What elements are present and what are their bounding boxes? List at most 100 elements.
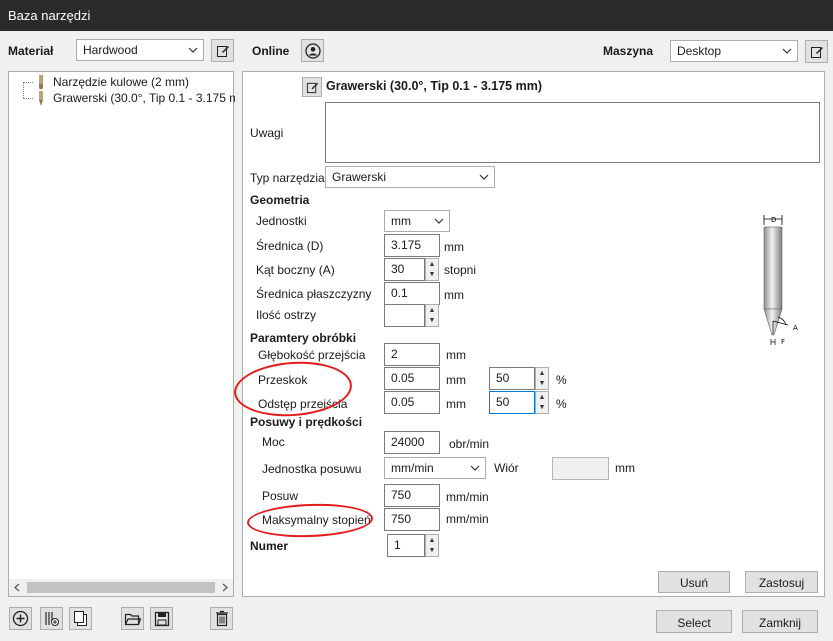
diagram-a-label: A	[793, 324, 798, 332]
feed-input[interactable]: 750	[384, 484, 440, 507]
scroll-left-icon[interactable]	[13, 583, 21, 592]
material-value: Hardwood	[83, 43, 138, 57]
flutes-spinner[interactable]: ▲ ▼	[425, 304, 439, 327]
stepdown-percent-input[interactable]: 50	[489, 367, 535, 390]
chevron-down-icon	[470, 465, 480, 471]
open-button[interactable]	[121, 607, 144, 630]
tree-connector	[23, 82, 24, 98]
tree-item-engraving-tool[interactable]: Grawerski (30.0°, Tip 0.1 - 3.175 mm	[53, 91, 235, 105]
units-label: Jednostki	[256, 214, 307, 228]
stepdown-unit: mm	[446, 373, 466, 387]
tool-type-value: Grawerski	[332, 170, 387, 184]
chip-unit: mm	[615, 461, 635, 475]
edit-material-button[interactable]	[211, 39, 234, 62]
spin-up-icon[interactable]: ▲	[536, 368, 548, 378]
edit-tool-name-button[interactable]	[302, 77, 322, 97]
scroll-right-icon[interactable]	[221, 583, 229, 592]
machine-select[interactable]: Desktop	[670, 40, 798, 62]
tool-type-select[interactable]: Grawerski	[325, 166, 495, 188]
material-label: Materiał	[8, 44, 54, 58]
chevron-down-icon	[434, 218, 444, 224]
power-label: Moc	[262, 435, 285, 449]
window-title: Baza narzędzi	[8, 8, 91, 23]
spin-up-icon[interactable]: ▲	[536, 392, 548, 402]
ball-tool-icon	[39, 75, 43, 90]
edit-icon	[306, 82, 318, 93]
edit-machine-button[interactable]	[805, 40, 828, 63]
chip-input[interactable]	[552, 457, 609, 480]
copy-tool-button[interactable]	[69, 607, 92, 630]
spin-up-icon[interactable]: ▲	[426, 305, 438, 315]
apply-button[interactable]: Zastosuj	[745, 571, 818, 593]
stepdown-percent-unit: %	[556, 373, 567, 387]
online-label: Online	[252, 44, 290, 58]
spin-down-icon[interactable]: ▼	[536, 402, 548, 412]
diameter-input[interactable]: 3.175	[384, 234, 440, 257]
online-account-button[interactable]	[301, 39, 324, 62]
feed-unit: mm/min	[446, 490, 489, 504]
max-plunge-input[interactable]: 750	[384, 508, 440, 531]
flutes-input[interactable]	[384, 304, 425, 327]
tree-horizontal-scrollbar[interactable]	[9, 579, 233, 596]
units-select[interactable]: mm	[384, 210, 450, 232]
spin-down-icon[interactable]: ▼	[536, 378, 548, 388]
side-angle-label: Kąt boczny (A)	[256, 263, 335, 277]
save-icon	[154, 611, 169, 626]
tool-title: Grawerski (30.0°, Tip 0.1 - 3.175 mm)	[326, 79, 542, 93]
spin-down-icon[interactable]: ▼	[426, 545, 438, 555]
number-spinner[interactable]: ▲ ▼	[425, 534, 439, 557]
chevron-down-icon	[188, 47, 198, 53]
add-tool-button[interactable]	[9, 607, 32, 630]
stepover-percent-unit: %	[556, 397, 567, 411]
material-select[interactable]: Hardwood	[76, 39, 204, 61]
add-circle-icon	[12, 610, 29, 627]
feed-label: Posuw	[262, 489, 299, 503]
close-button[interactable]: Zamknij	[742, 610, 818, 633]
stepover-percent-spinner[interactable]: ▲ ▼	[535, 391, 549, 414]
side-angle-spinner[interactable]: ▲ ▼	[425, 258, 439, 281]
spin-down-icon[interactable]: ▼	[426, 269, 438, 279]
side-angle-unit: stopni	[444, 263, 477, 277]
engraving-tool-icon	[39, 91, 43, 106]
power-input[interactable]: 24000	[384, 431, 440, 454]
notes-label: Uwagi	[250, 126, 284, 140]
select-button[interactable]: Select	[656, 610, 732, 633]
delete-button[interactable]: Usuń	[658, 571, 730, 593]
tree-connector	[23, 82, 33, 83]
spin-down-icon[interactable]: ▼	[426, 315, 438, 325]
user-icon	[304, 42, 321, 59]
feed-unit-label: Jednostka posuwu	[262, 462, 362, 476]
tree-item-ball-tool[interactable]: Narzędzie kulowe (2 mm)	[53, 75, 189, 89]
units-value: mm	[391, 214, 411, 228]
side-angle-input[interactable]: 30	[384, 258, 425, 281]
spin-up-icon[interactable]: ▲	[426, 535, 438, 545]
max-plunge-unit: mm/min	[446, 512, 489, 526]
stepover-percent-input[interactable]: 50	[489, 391, 535, 414]
engraving-tool-diagram: D A F	[763, 215, 798, 345]
window-titlebar: Baza narzędzi	[0, 0, 833, 31]
save-button[interactable]	[150, 607, 173, 630]
chip-label: Wiór	[494, 461, 519, 475]
chevron-down-icon	[782, 48, 792, 54]
stepover-input[interactable]: 0.05	[384, 391, 440, 414]
diagram-d-label: D	[771, 216, 776, 224]
number-input[interactable]: 1	[387, 534, 425, 557]
pass-depth-label: Głębokość przejścia	[258, 348, 366, 362]
add-tool-group-button[interactable]	[40, 607, 63, 630]
number-header: Numer	[250, 539, 289, 553]
machine-label: Maszyna	[603, 44, 654, 58]
flat-diameter-unit: mm	[444, 288, 464, 302]
stepdown-percent-spinner[interactable]: ▲ ▼	[535, 367, 549, 390]
stepdown-input[interactable]: 0.05	[384, 367, 440, 390]
geometry-header: Geometria	[250, 193, 310, 207]
scrollbar-thumb[interactable]	[27, 582, 215, 593]
feed-unit-select[interactable]: mm/min	[384, 457, 486, 479]
flutes-label: Ilość ostrzy	[256, 308, 317, 322]
notes-textarea[interactable]	[325, 102, 820, 163]
spin-up-icon[interactable]: ▲	[426, 259, 438, 269]
pass-depth-input[interactable]: 2	[384, 343, 440, 366]
flat-diameter-input[interactable]: 0.1	[384, 282, 440, 305]
delete-tool-button[interactable]	[210, 607, 233, 630]
machine-value: Desktop	[677, 44, 722, 58]
tool-tree[interactable]: Narzędzie kulowe (2 mm) Grawerski (30.0°…	[8, 71, 235, 597]
